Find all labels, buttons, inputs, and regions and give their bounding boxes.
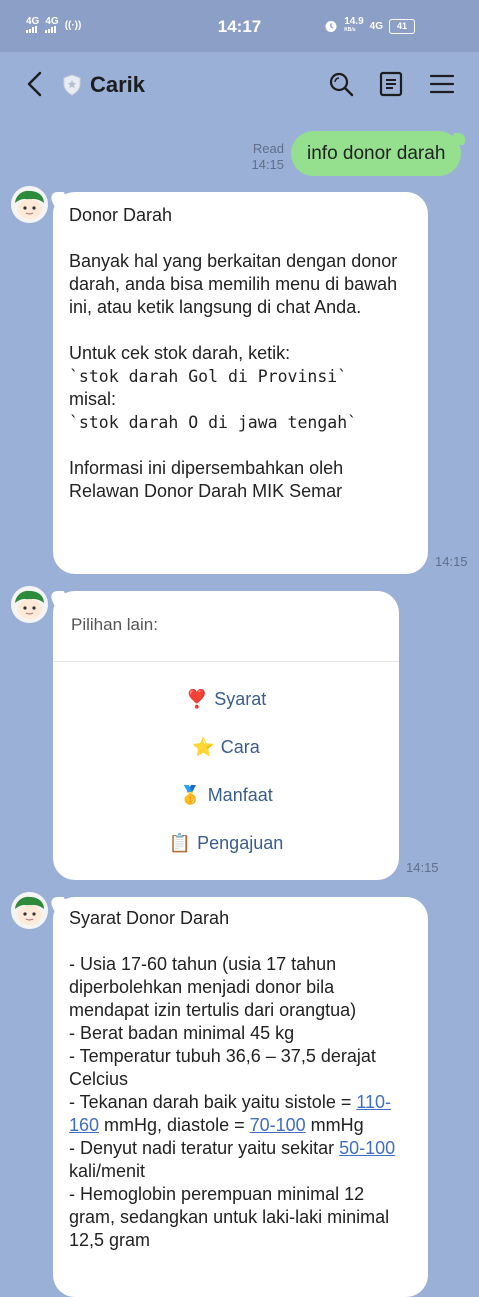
command-example: `stok darah Gol di Provinsi` [69,367,348,386]
message-title: Syarat Donor Darah [69,908,230,928]
bot-avatar[interactable] [11,892,48,929]
phone-link[interactable]: 50-100 [339,1138,395,1158]
option-label: Syarat [214,688,267,709]
options-list: ❣️ Syarat ⭐ Cara 🥇 Manfaat 📋 Pengajuan [53,662,399,867]
requirement-text: mmHg [305,1115,364,1135]
option-label: Cara [220,736,260,757]
menu-icon[interactable] [428,70,456,98]
option-cara[interactable]: ⭐ Cara [53,723,399,771]
battery-level: 41 [396,21,407,31]
status-bar: 4G 4G ((·)) 14:17 14.9 KB/s 4G 41 [0,0,479,52]
option-pengajuan[interactable]: 📋 Pengajuan [53,819,399,867]
message-time: 14:15 [406,860,439,875]
shield-icon [63,74,81,96]
options-card: Pilihan lain: ❣️ Syarat ⭐ Cara 🥇 Manfaat… [53,591,399,880]
command-example: `stok darah O di jawa tengah` [69,413,358,432]
requirement-item: - Hemoglobin perempuan minimal 12 gram, … [69,1184,395,1250]
star-icon: ⭐ [192,736,215,757]
chat-header: Carik [0,52,479,116]
message-bubble: Donor Darah Banyak hal yang berkaitan de… [53,192,428,574]
options-header: Pilihan lain: [53,591,399,662]
option-label: Manfaat [207,784,273,805]
requirement-item: - Berat badan minimal 45 kg [69,1023,295,1043]
option-manfaat[interactable]: 🥇 Manfaat [53,771,399,819]
requirement-text: - Tekanan darah baik yaitu sistole = [69,1092,357,1112]
chat-title: Carik [90,72,146,97]
outgoing-message[interactable]: info donor darah [291,131,462,176]
message-paragraph: Informasi ini dipersembahkan oleh Relawa… [69,458,349,501]
battery-icon: 41 [389,19,415,34]
medal-icon: 🥇 [179,784,202,805]
requirement-text: - Denyut nadi teratur yaitu sekitar [69,1138,340,1158]
heart-icon: ❣️ [185,688,209,709]
bot-avatar[interactable] [11,586,48,623]
message-text: info donor darah [307,143,446,164]
requirement-item: - Tekanan darah baik yaitu sistole = 110… [69,1091,414,1137]
read-receipt: Read [252,141,284,156]
message-meta: Read 14:15 [244,141,284,173]
message-title: Donor Darah [69,205,173,225]
alarm-icon [325,21,337,32]
net-speed: 14.9 [344,16,364,27]
status-right: 14.9 KB/s 4G [324,17,383,35]
message-time: 14:15 [251,157,284,172]
requirement-text: mmHg, diastole = [99,1115,250,1135]
requirement-item: - Temperatur tubuh 36,6 – 37,5 derajat C… [69,1046,381,1089]
clipboard-icon: 📋 [168,832,192,853]
phone-link[interactable]: 70-100 [250,1115,306,1135]
back-arrow-icon[interactable] [24,70,48,98]
option-syarat[interactable]: ❣️ Syarat [53,675,399,723]
requirement-item: - Usia 17-60 tahun (usia 17 tahun diperb… [69,954,357,1020]
search-icon[interactable] [327,70,355,98]
message-paragraph: Banyak hal yang berkaitan dengan donor d… [69,251,403,317]
net-speed-unit: KB/s [344,27,356,33]
bot-avatar[interactable] [11,186,48,223]
message-time: 14:15 [435,554,468,569]
message-paragraph: Untuk cek stok darah, ketik: [69,343,291,363]
message-paragraph: misal: [69,389,117,409]
network-type: 4G [369,20,383,32]
notes-icon[interactable] [377,70,405,98]
option-label: Pengajuan [197,832,284,853]
message-bubble: Syarat Donor Darah - Usia 17-60 tahun (u… [53,897,428,1297]
requirement-item: - Denyut nadi teratur yaitu sekitar 50-1… [69,1137,414,1183]
